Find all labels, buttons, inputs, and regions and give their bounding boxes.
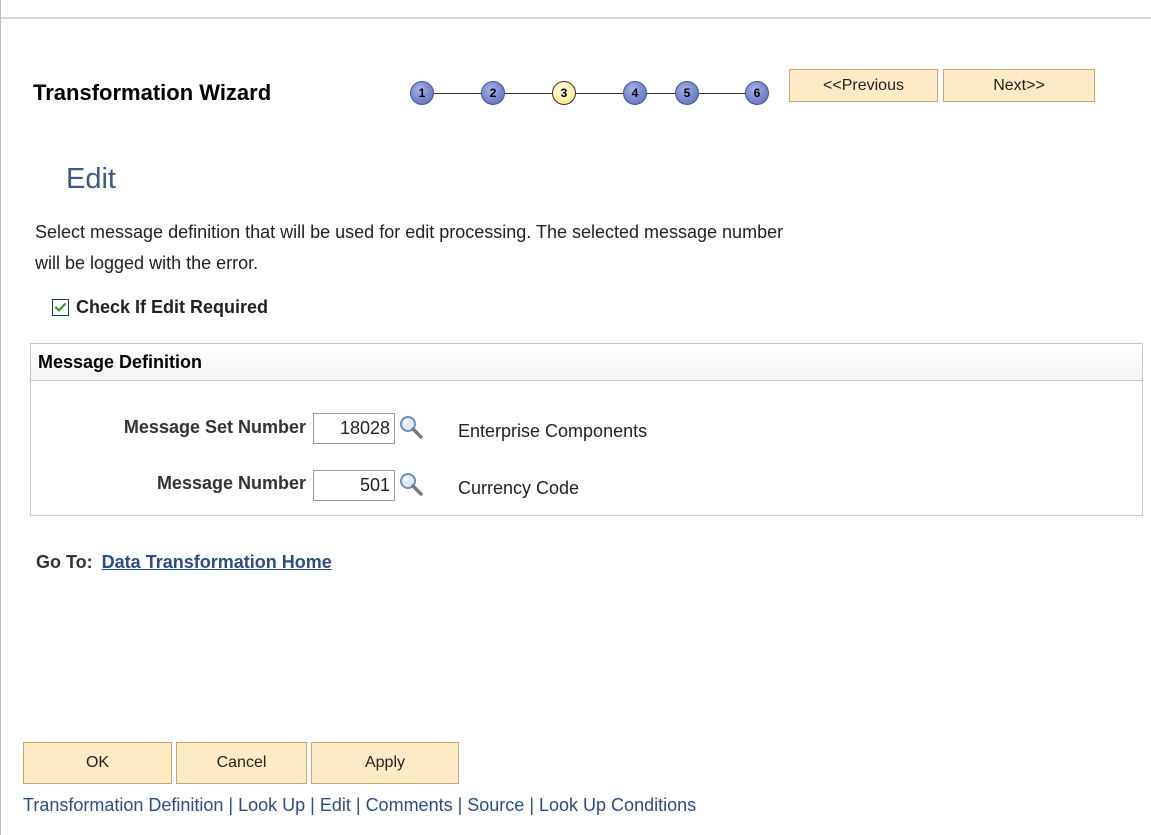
step-connector — [434, 93, 481, 94]
footer-separator: | — [457, 795, 463, 815]
message-definition-header: Message Definition — [31, 344, 1142, 381]
footer-separator: | — [529, 795, 535, 815]
wizard-title: Transformation Wizard — [33, 80, 272, 105]
goto-row: Go To: Data Transformation Home — [36, 552, 332, 573]
message-number-label: Message Number — [156, 473, 306, 493]
top-rule — [0, 17, 1151, 19]
message-set-lookup-icon[interactable] — [398, 414, 424, 440]
message-number-input[interactable]: 501 — [313, 470, 395, 501]
cancel-button[interactable]: Cancel — [176, 742, 307, 784]
step-connector — [576, 93, 623, 94]
step-3-current[interactable]: 3 — [552, 81, 576, 105]
message-number-description: Currency Code — [458, 478, 580, 498]
step-1[interactable]: 1 — [410, 81, 434, 105]
footer-link-comments[interactable]: Comments — [366, 795, 453, 816]
step-connector — [505, 93, 552, 94]
footer-nav: Transformation Definition | Look Up | Ed… — [23, 795, 696, 816]
ok-button[interactable]: OK — [23, 742, 172, 784]
instructions-text: Select message definition that will be u… — [35, 222, 784, 273]
footer-link-edit[interactable]: Edit — [320, 795, 351, 816]
goto-label: Go To: — [36, 552, 93, 572]
data-transformation-home-link[interactable]: Data Transformation Home — [102, 552, 332, 572]
checkmark-icon — [54, 302, 67, 312]
step-connector — [647, 93, 675, 94]
footer-link-transformation-definition[interactable]: Transformation Definition — [23, 795, 223, 816]
message-number-lookup-icon[interactable] — [398, 471, 424, 497]
previous-button[interactable]: <<Previous — [789, 69, 938, 102]
edit-required-label: Check If Edit Required — [76, 297, 269, 317]
left-rule — [0, 0, 1, 835]
section-title: Edit — [66, 163, 116, 195]
edit-required-row: Check If Edit Required — [52, 297, 268, 318]
footer-link-look-up[interactable]: Look Up — [238, 795, 305, 816]
footer-separator: | — [228, 795, 234, 815]
footer-separator: | — [310, 795, 315, 815]
message-set-description: Enterprise Components — [458, 421, 648, 441]
footer-separator: | — [355, 795, 361, 815]
apply-button[interactable]: Apply — [311, 742, 459, 784]
step-4[interactable]: 4 — [623, 81, 647, 105]
footer-link-look-up-conditions[interactable]: Look Up Conditions — [539, 795, 696, 816]
message-set-number-label: Message Set Number — [123, 417, 306, 437]
step-5[interactable]: 5 — [675, 81, 699, 105]
footer-link-source[interactable]: Source — [467, 795, 524, 816]
message-set-number-input[interactable]: 18028 — [313, 413, 395, 444]
edit-required-checkbox[interactable] — [52, 299, 69, 316]
step-6[interactable]: 6 — [745, 81, 769, 105]
step-2[interactable]: 2 — [481, 81, 505, 105]
step-connector — [699, 93, 745, 94]
next-button[interactable]: Next>> — [943, 69, 1095, 102]
